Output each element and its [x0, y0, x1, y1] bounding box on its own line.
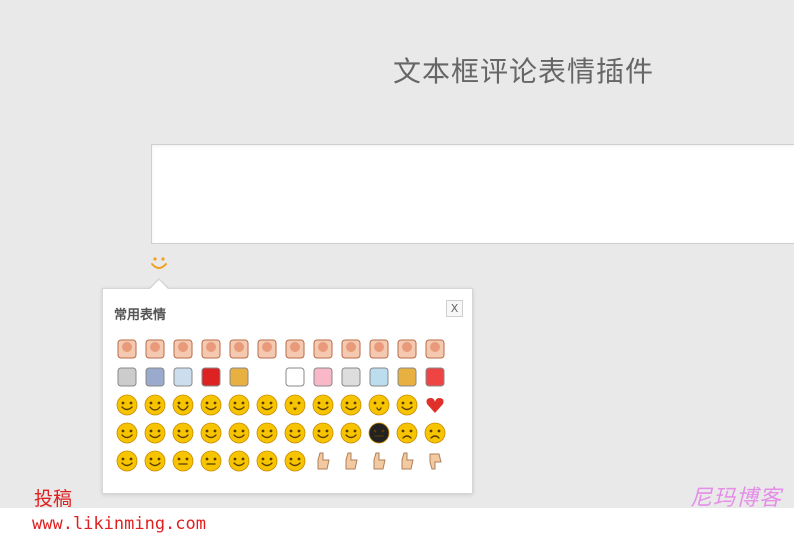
- emoji-blank-icon[interactable]: [253, 363, 281, 391]
- emoji-red-square-icon[interactable]: [197, 363, 225, 391]
- close-button[interactable]: X: [446, 300, 463, 317]
- emoji-gift-icon-icon[interactable]: [421, 363, 449, 391]
- emoji-square-icon-icon[interactable]: [141, 363, 169, 391]
- emoji-dark-face-icon[interactable]: [365, 419, 393, 447]
- emoji-tears-icon[interactable]: [113, 419, 141, 447]
- footer-url: www.likinming.com: [32, 514, 206, 534]
- emoji-smile-icon[interactable]: [113, 391, 141, 419]
- emoji-confused-icon[interactable]: [309, 419, 337, 447]
- emoji-pout-icon[interactable]: [337, 391, 365, 419]
- emoji-thumbs-up-icon[interactable]: [393, 447, 421, 475]
- emoji-cover-face-icon[interactable]: [393, 391, 421, 419]
- emoji-frown-icon[interactable]: [421, 419, 449, 447]
- emoji-animal-face-icon[interactable]: [113, 363, 141, 391]
- emoji-victory-icon[interactable]: [365, 447, 393, 475]
- emoji-meme-face-icon[interactable]: [281, 335, 309, 363]
- emoji-house-icon-icon[interactable]: [365, 363, 393, 391]
- emoji-cry-hard-icon[interactable]: [113, 447, 141, 475]
- emoji-think-icon[interactable]: [141, 447, 169, 475]
- emoji-panda-face-icon[interactable]: [281, 363, 309, 391]
- emoji-heart-icon[interactable]: [421, 391, 449, 419]
- emoji-grid: [113, 335, 449, 475]
- emoji-cool-icon[interactable]: [253, 447, 281, 475]
- smile-icon: [151, 257, 167, 269]
- page-title: 文本框评论表情插件: [393, 55, 655, 88]
- emoji-meh-icon[interactable]: [169, 447, 197, 475]
- emoji-thumbs-down-icon[interactable]: [421, 447, 449, 475]
- emoji-grin-icon[interactable]: [141, 391, 169, 419]
- emoji-trigger-button[interactable]: [149, 254, 169, 274]
- emoji-dizzy-icon[interactable]: [253, 419, 281, 447]
- emoji-cloud-icon-icon[interactable]: [169, 363, 197, 391]
- emoji-smile-icon[interactable]: [197, 391, 225, 419]
- emoji-meme-face-icon[interactable]: [169, 335, 197, 363]
- emoji-meme-face-icon[interactable]: [113, 335, 141, 363]
- emoji-awkward-icon[interactable]: [253, 391, 281, 419]
- emoji-scream-icon[interactable]: [169, 419, 197, 447]
- emoji-pixel-face-icon[interactable]: [393, 363, 421, 391]
- emoji-popup-title: 常用表情: [114, 308, 167, 323]
- emoji-sweat-icon[interactable]: [197, 419, 225, 447]
- emoji-meme-face-icon[interactable]: [225, 335, 253, 363]
- comment-textarea[interactable]: [151, 144, 794, 244]
- emoji-shock-icon[interactable]: [365, 391, 393, 419]
- emoji-popup: 常用表情 X: [102, 288, 473, 494]
- emoji-globe-face-icon[interactable]: [337, 363, 365, 391]
- emoji-meme-face-icon[interactable]: [309, 335, 337, 363]
- emoji-thumbs-up-icon[interactable]: [337, 447, 365, 475]
- emoji-meme-face-icon[interactable]: [393, 335, 421, 363]
- emoji-wonder-icon[interactable]: [337, 419, 365, 447]
- emoji-pixel-face-icon[interactable]: [225, 363, 253, 391]
- emoji-sleepy-icon[interactable]: [225, 419, 253, 447]
- emoji-angry-icon[interactable]: [281, 419, 309, 447]
- emoji-meme-face-icon[interactable]: [197, 335, 225, 363]
- emoji-money-icon[interactable]: [225, 447, 253, 475]
- emoji-sad-icon[interactable]: [393, 419, 421, 447]
- footer-label: 投稿: [34, 488, 73, 510]
- emoji-smirk-icon[interactable]: [309, 391, 337, 419]
- emoji-ok-hand-icon[interactable]: [309, 447, 337, 475]
- emoji-meme-face-icon[interactable]: [337, 335, 365, 363]
- emoji-meh-icon[interactable]: [197, 447, 225, 475]
- emoji-pig-face-icon[interactable]: [309, 363, 337, 391]
- emoji-cry-icon[interactable]: [225, 391, 253, 419]
- emoji-love-icon[interactable]: [281, 447, 309, 475]
- emoji-meme-face-icon[interactable]: [141, 335, 169, 363]
- emoji-meme-face-icon[interactable]: [421, 335, 449, 363]
- emoji-shy-icon[interactable]: [141, 419, 169, 447]
- emoji-laugh-icon[interactable]: [169, 391, 197, 419]
- emoji-meme-face-icon[interactable]: [365, 335, 393, 363]
- emoji-meme-face-icon[interactable]: [253, 335, 281, 363]
- popup-arrow-inner: [149, 280, 169, 290]
- watermark: 尼玛博客: [690, 486, 783, 511]
- emoji-surprised-icon[interactable]: [281, 391, 309, 419]
